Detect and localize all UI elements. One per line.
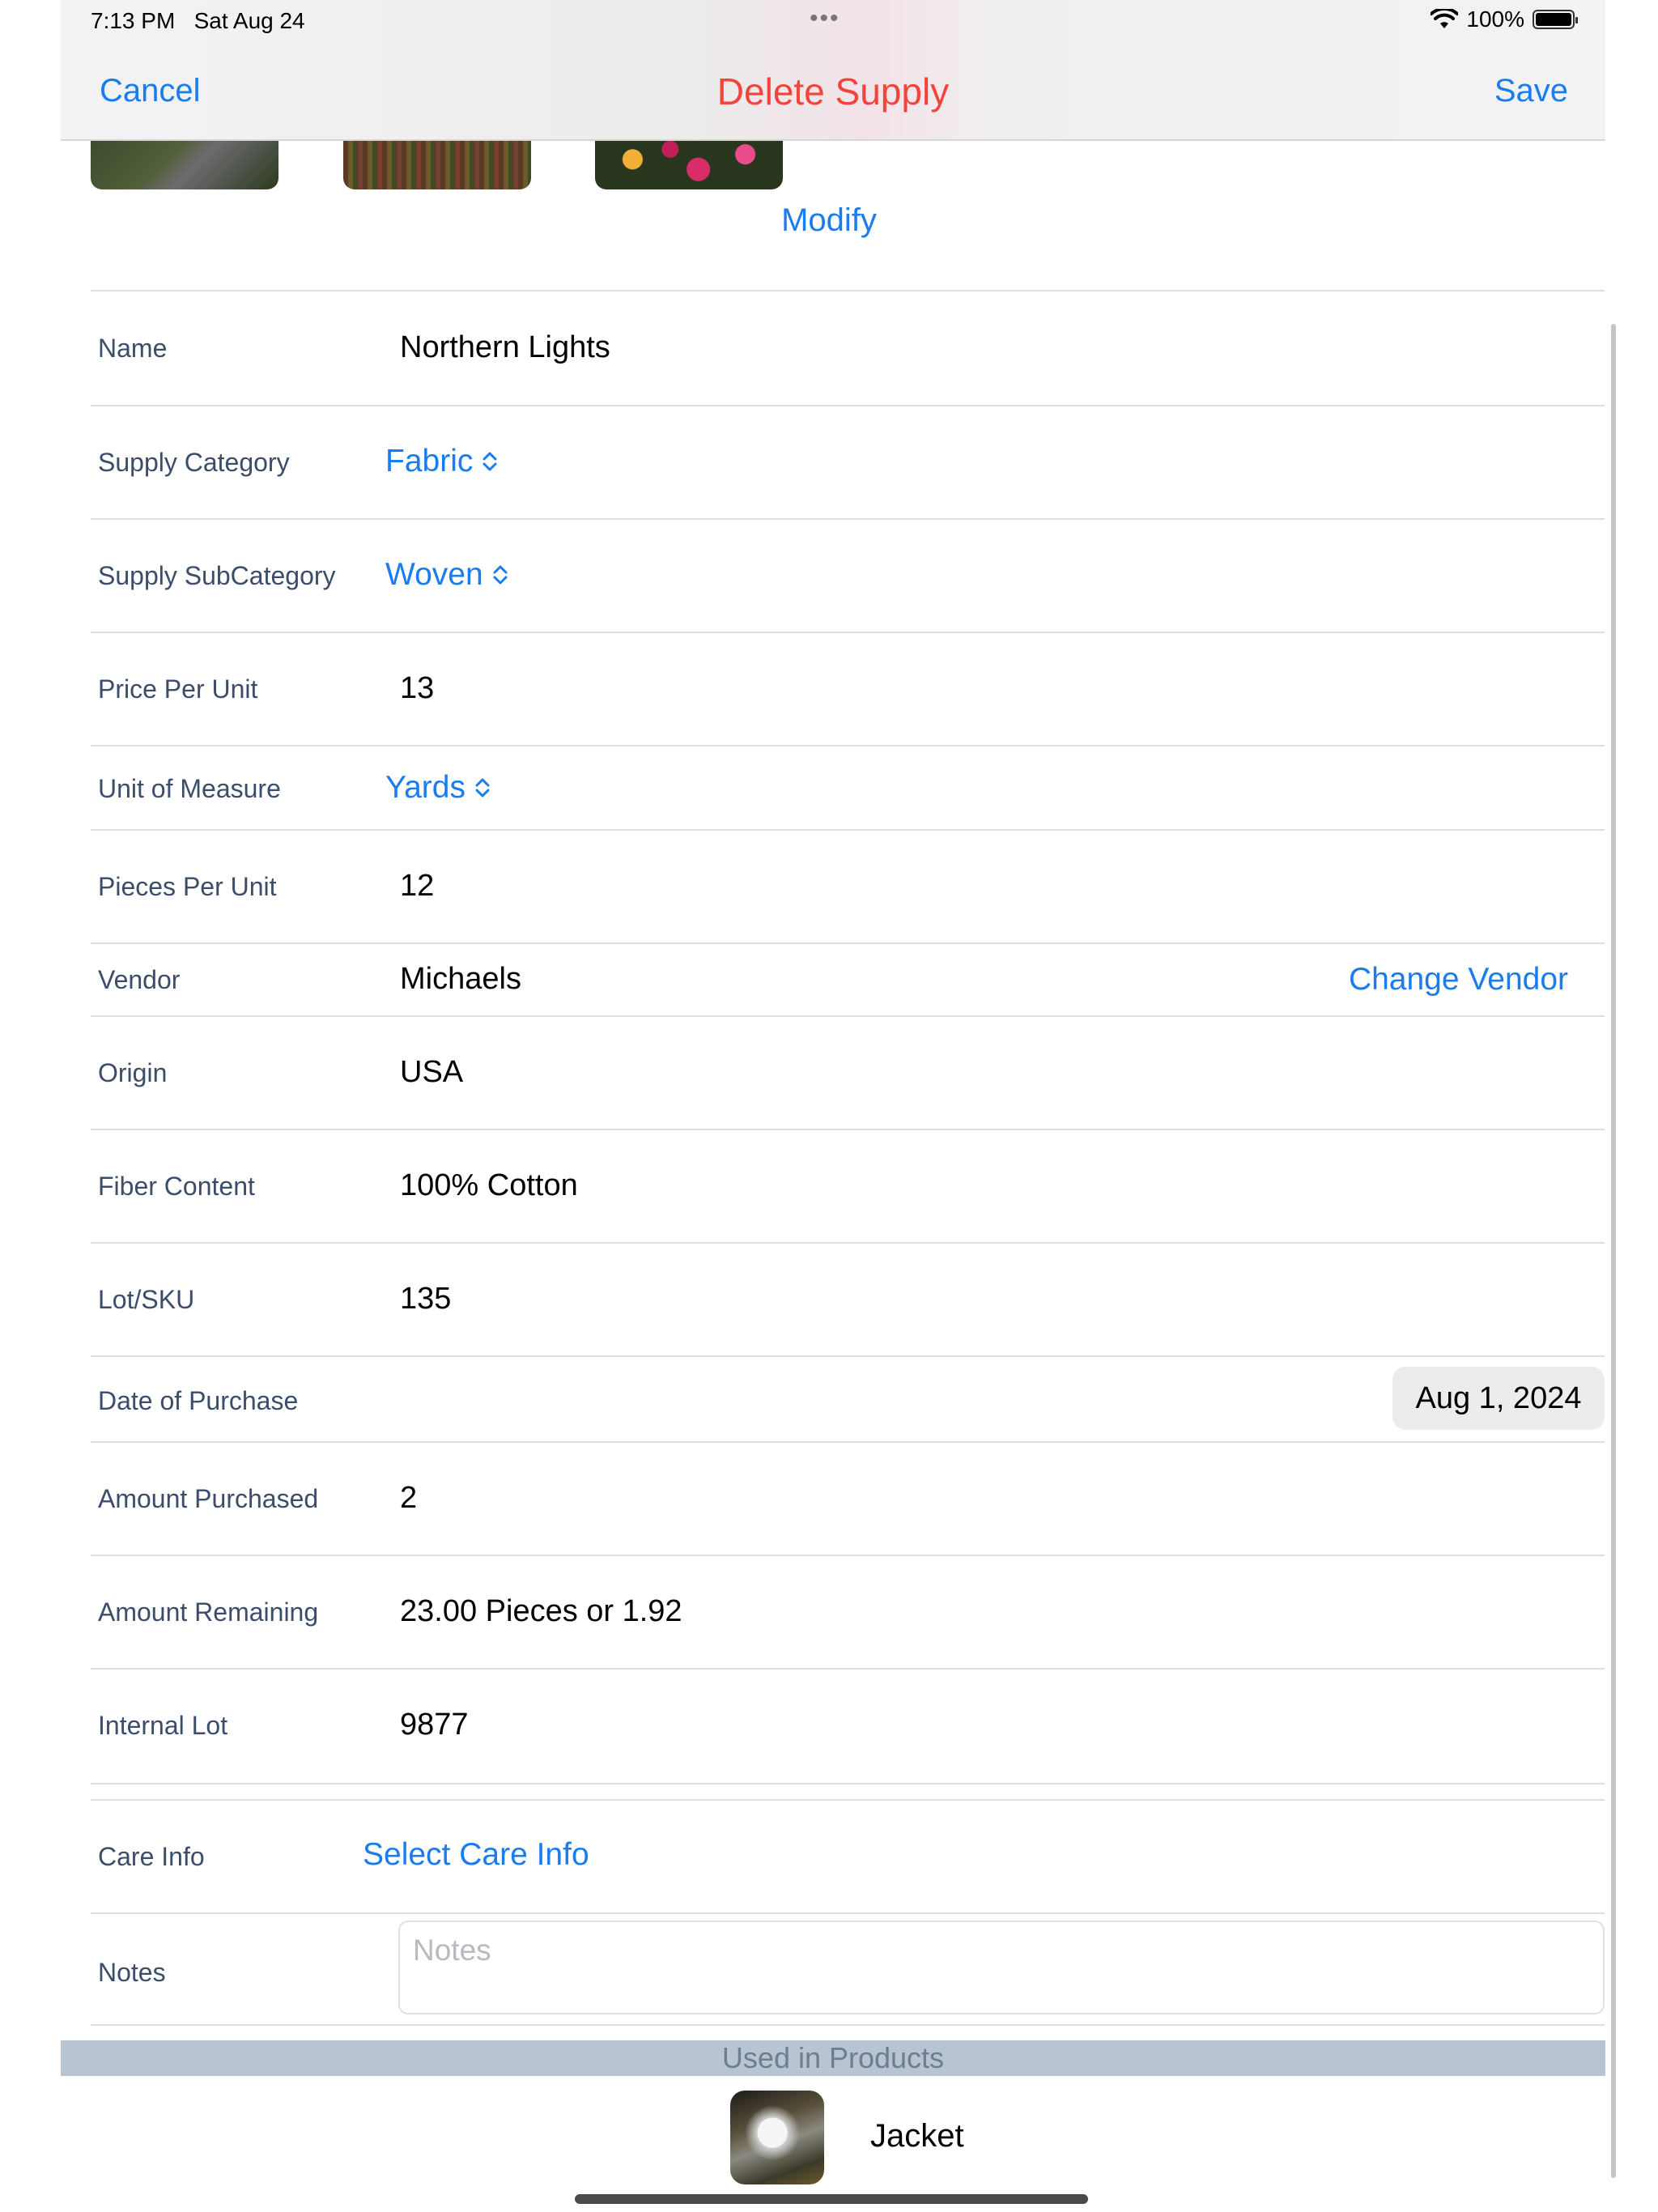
delete-supply-button[interactable]: Delete Supply (61, 70, 1605, 113)
supply-photo-1[interactable] (91, 139, 278, 189)
form-row-fiber-content: Fiber Content 100% Cotton (91, 1130, 1605, 1244)
vendor-label: Vendor (98, 965, 181, 994)
vendor-value: Michaels (400, 962, 521, 996)
date-of-purchase-label: Date of Purchase (98, 1386, 299, 1415)
form-row-care-info: Care Info Select Care Info (91, 1799, 1605, 1914)
battery-icon (1533, 10, 1578, 29)
pieces-per-unit-field[interactable]: 12 (400, 869, 434, 904)
lot-sku-field[interactable]: 135 (400, 1282, 451, 1317)
form-row-vendor: Vendor Michaels Change Vendor (91, 944, 1605, 1017)
home-indicator[interactable] (575, 2194, 1088, 2204)
form-row-price-per-unit: Price Per Unit 13 (91, 633, 1605, 747)
used-in-products-header: Used in Products (61, 2040, 1605, 2076)
change-vendor-button[interactable]: Change Vendor (1349, 962, 1568, 998)
form-row-supply-subcategory: Supply SubCategory Woven (91, 520, 1605, 633)
form-row-date-of-purchase: Date of Purchase Aug 1, 2024 (91, 1357, 1605, 1443)
up-down-chevron-icon (475, 778, 490, 798)
form-row-unit-of-measure: Unit of Measure Yards (91, 747, 1605, 831)
internal-lot-field[interactable]: 9877 (400, 1708, 469, 1742)
fiber-content-label: Fiber Content (98, 1172, 255, 1201)
up-down-chevron-icon (493, 565, 508, 585)
notes-label: Notes (98, 1958, 166, 1987)
form-row-pieces-per-unit: Pieces Per Unit 12 (91, 831, 1605, 944)
name-label: Name (98, 334, 168, 363)
battery-percent: 100% (1466, 6, 1524, 32)
form-row-supply-category: Supply Category Fabric (91, 406, 1605, 520)
care-info-label: Care Info (98, 1842, 205, 1871)
supply-subcategory-picker[interactable]: Woven (385, 557, 509, 593)
lot-sku-label: Lot/SKU (98, 1285, 195, 1314)
multitasking-dots-overlay[interactable]: ••• (810, 5, 840, 32)
up-down-chevron-icon (483, 452, 497, 471)
origin-label: Origin (98, 1058, 168, 1087)
amount-remaining-label: Amount Remaining (98, 1597, 319, 1627)
amount-remaining-value: 23.00 Pieces or 1.92 (400, 1594, 682, 1628)
price-per-unit-label: Price Per Unit (98, 674, 258, 704)
status-time-overlay: 7:13 PM Sat Aug 24 (91, 8, 305, 33)
form-row-origin: Origin USA (91, 1017, 1605, 1130)
save-button[interactable]: Save (1494, 73, 1568, 109)
navigation-bar: 7:13 PM Sat Aug 24 ••• 100% Cancel Delet… (61, 0, 1605, 141)
amount-purchased-label: Amount Purchased (98, 1484, 319, 1513)
product-name[interactable]: Jacket (870, 2118, 964, 2155)
unit-of-measure-label: Unit of Measure (98, 774, 281, 803)
pieces-per-unit-label: Pieces Per Unit (98, 872, 277, 901)
supply-photo-2[interactable] (343, 139, 531, 189)
amount-purchased-field[interactable]: 2 (400, 1481, 417, 1516)
supply-subcategory-label: Supply SubCategory (98, 561, 336, 590)
origin-field[interactable]: USA (400, 1055, 463, 1090)
wifi-icon (1431, 9, 1459, 28)
internal-lot-label: Internal Lot (98, 1711, 228, 1740)
product-thumbnail[interactable] (730, 2091, 824, 2184)
fiber-content-field[interactable]: 100% Cotton (400, 1168, 578, 1203)
form-row-internal-lot: Internal Lot 9877 (91, 1670, 1605, 1784)
form-row-amount-purchased: Amount Purchased 2 (91, 1443, 1605, 1556)
notes-placeholder: Notes (413, 1933, 491, 1967)
unit-of-measure-picker[interactable]: Yards (385, 770, 491, 806)
modify-photos-button[interactable]: Modify (0, 202, 1658, 239)
form-row-name: Name Northern Lights (91, 291, 1605, 406)
status-right-overlay: 100% (1431, 6, 1578, 32)
select-care-info-button[interactable]: Select Care Info (363, 1837, 589, 1873)
supply-photo-3[interactable] (595, 139, 783, 189)
notes-textarea[interactable]: Notes (398, 1921, 1605, 2014)
name-field[interactable]: Northern Lights (400, 330, 610, 365)
price-per-unit-field[interactable]: 13 (400, 671, 434, 706)
supply-category-picker[interactable]: Fabric (385, 444, 499, 479)
scrollbar[interactable] (1611, 324, 1616, 2178)
form-row-lot-sku: Lot/SKU 135 (91, 1244, 1605, 1357)
date-of-purchase-picker[interactable]: Aug 1, 2024 (1392, 1367, 1605, 1430)
form-row-notes: Notes Notes (91, 1912, 1605, 2026)
form-row-amount-remaining: Amount Remaining 23.00 Pieces or 1.92 (91, 1556, 1605, 1670)
supply-category-label: Supply Category (98, 448, 290, 477)
